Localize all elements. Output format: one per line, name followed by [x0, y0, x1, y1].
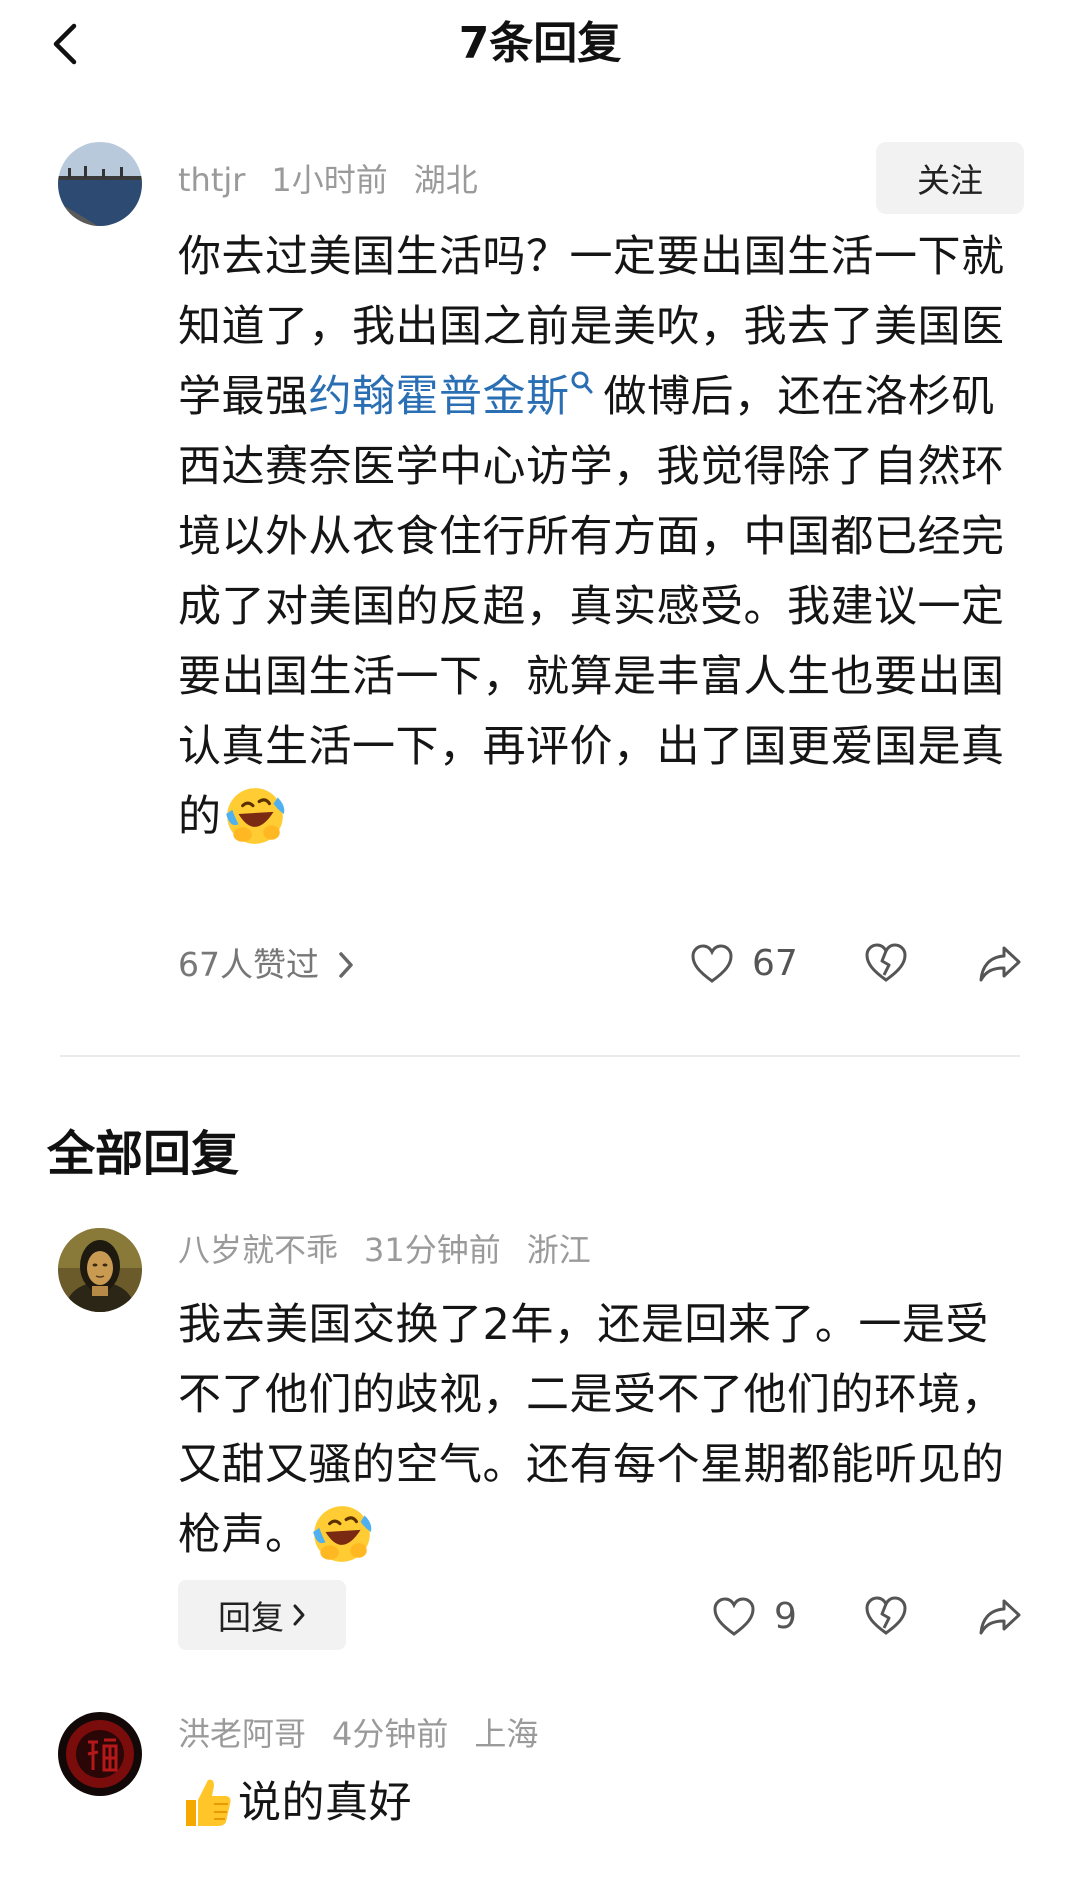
broken-heart-icon — [865, 943, 907, 982]
heart-icon — [713, 1596, 755, 1636]
comment-text: 你去过美国生活吗？一定要出国生活一下就知道了，我出国之前是美吹，我去了美国医学最… — [178, 222, 1008, 852]
location: 浙江 — [526, 1231, 591, 1269]
liked-by-row[interactable]: 67人赞过 — [178, 940, 355, 990]
timestamp: 31分钟前 — [364, 1231, 501, 1269]
page-title: 7条回复 — [458, 18, 622, 69]
dislike-button[interactable] — [864, 943, 908, 983]
search-icon[interactable] — [570, 370, 594, 398]
reply-button[interactable]: 回复 — [178, 1580, 346, 1650]
reply-text-body: 我去美国交换了2年，还是回来了。一是受不了他们的歧视，二是受不了他们的环境，又甜… — [178, 1300, 1005, 1560]
share-button[interactable] — [978, 1598, 1022, 1636]
laughing-crying-emoji-icon — [225, 787, 284, 844]
divider — [60, 1055, 1020, 1057]
broken-heart-icon — [865, 1596, 907, 1635]
share-icon — [979, 1599, 1021, 1635]
username[interactable]: 洪老阿哥 — [178, 1715, 306, 1753]
avatar[interactable] — [58, 1228, 142, 1312]
like-button[interactable]: 9 — [712, 1596, 797, 1637]
comment-meta: thtjr 1小时前 湖北 — [178, 158, 504, 202]
like-count: 67 — [752, 943, 798, 984]
like-count: 9 — [774, 1596, 797, 1637]
reply-text-body: 说的真好 — [238, 1778, 412, 1828]
chevron-right-icon — [293, 1604, 305, 1626]
avatar-fu-character — [58, 1712, 142, 1796]
comment-text-part2: 做博后，还在洛杉矶西达赛奈医学中心访学，我觉得除了自然环境以外从衣食住行所有方面… — [178, 372, 1005, 842]
share-icon — [979, 946, 1021, 982]
laughing-crying-emoji-icon — [312, 1505, 371, 1562]
reply-text: 说的真好 — [178, 1768, 1028, 1838]
avatar-pier-photo — [58, 142, 142, 226]
like-button[interactable]: 67 — [690, 943, 798, 984]
timestamp: 4分钟前 — [332, 1715, 449, 1753]
reply-button-label: 回复 — [218, 1598, 284, 1637]
avatar[interactable] — [58, 142, 142, 226]
avatar[interactable] — [58, 1712, 142, 1796]
chevron-right-icon — [339, 952, 353, 978]
liked-by-text: 67人赞过 — [178, 945, 319, 984]
reply-text: 我去美国交换了2年，还是回来了。一是受不了他们的歧视，二是受不了他们的环境，又甜… — [178, 1290, 1028, 1570]
username[interactable]: 八岁就不乖 — [178, 1231, 338, 1269]
search-link[interactable]: 约翰霍普金斯 — [309, 372, 570, 422]
timestamp: 1小时前 — [271, 161, 388, 199]
section-title: 全部回复 — [47, 1126, 240, 1182]
heart-icon — [691, 943, 733, 983]
reply-meta: 洪老阿哥 4分钟前 上海 — [178, 1712, 564, 1756]
thumbs-up-icon — [186, 1779, 231, 1826]
username[interactable]: thtjr — [178, 161, 245, 199]
reply-meta: 八岁就不乖 31分钟前 浙江 — [178, 1228, 617, 1272]
top-bar: 7条回复 — [0, 0, 1080, 90]
dislike-button[interactable] — [864, 1596, 908, 1636]
share-button[interactable] — [978, 945, 1022, 983]
location: 湖北 — [413, 161, 478, 199]
location: 上海 — [474, 1715, 539, 1753]
follow-button[interactable]: 关注 — [876, 142, 1024, 214]
avatar-portrait-painting — [58, 1228, 142, 1312]
